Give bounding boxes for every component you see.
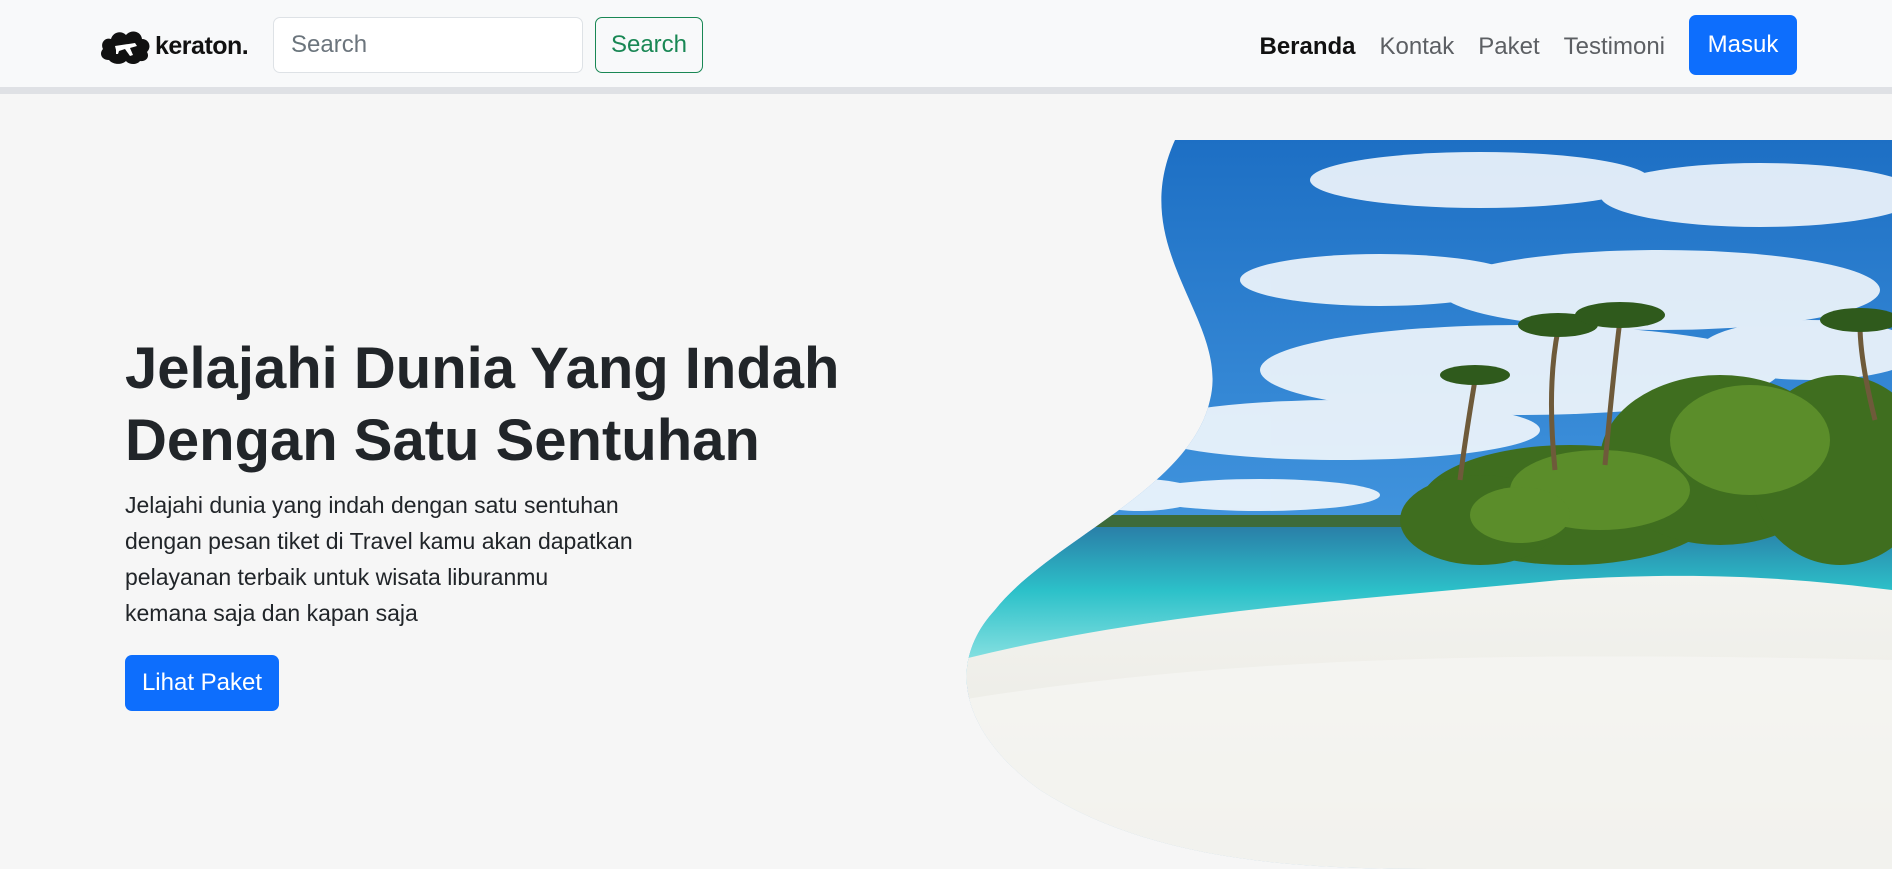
- nav-link-paket[interactable]: Paket: [1466, 33, 1551, 61]
- view-packages-button[interactable]: Lihat Paket: [125, 655, 279, 711]
- navbar: keraton. Search Beranda Kontak Paket Tes…: [0, 0, 1892, 94]
- search-input[interactable]: [273, 17, 583, 73]
- nav-link-beranda[interactable]: Beranda: [1247, 33, 1367, 61]
- brand-logo-link[interactable]: keraton.: [99, 26, 249, 66]
- hero-description-line: kemana saja dan kapan saja: [125, 600, 418, 626]
- hero-description-line: pelayanan terbaik untuk wisata liburanmu: [125, 564, 549, 590]
- cloud-plane-logo-icon: [101, 31, 150, 64]
- login-button[interactable]: Masuk: [1689, 15, 1797, 75]
- nav-links: Beranda Kontak Paket Testimoni: [1247, 0, 1677, 94]
- nav-link-testimoni[interactable]: Testimoni: [1552, 33, 1677, 61]
- beach-hero-image: [966, 140, 1892, 869]
- hero-description-line: Jelajahi dunia yang indah dengan satu se…: [125, 492, 619, 518]
- hero-title-line-2: Dengan Satu Sentuhan: [125, 408, 760, 473]
- hero-description-line: dengan pesan tiket di Travel kamu akan d…: [125, 528, 633, 554]
- brand-name: keraton.: [155, 31, 249, 60]
- hero-description: Jelajahi dunia yang indah dengan satu se…: [125, 487, 685, 631]
- search-button[interactable]: Search: [595, 17, 703, 73]
- hero-title: Jelajahi Dunia Yang Indah Dengan Satu Se…: [125, 333, 885, 477]
- hero-title-line-1: Jelajahi Dunia Yang Indah: [125, 336, 840, 401]
- nav-link-kontak[interactable]: Kontak: [1368, 33, 1467, 61]
